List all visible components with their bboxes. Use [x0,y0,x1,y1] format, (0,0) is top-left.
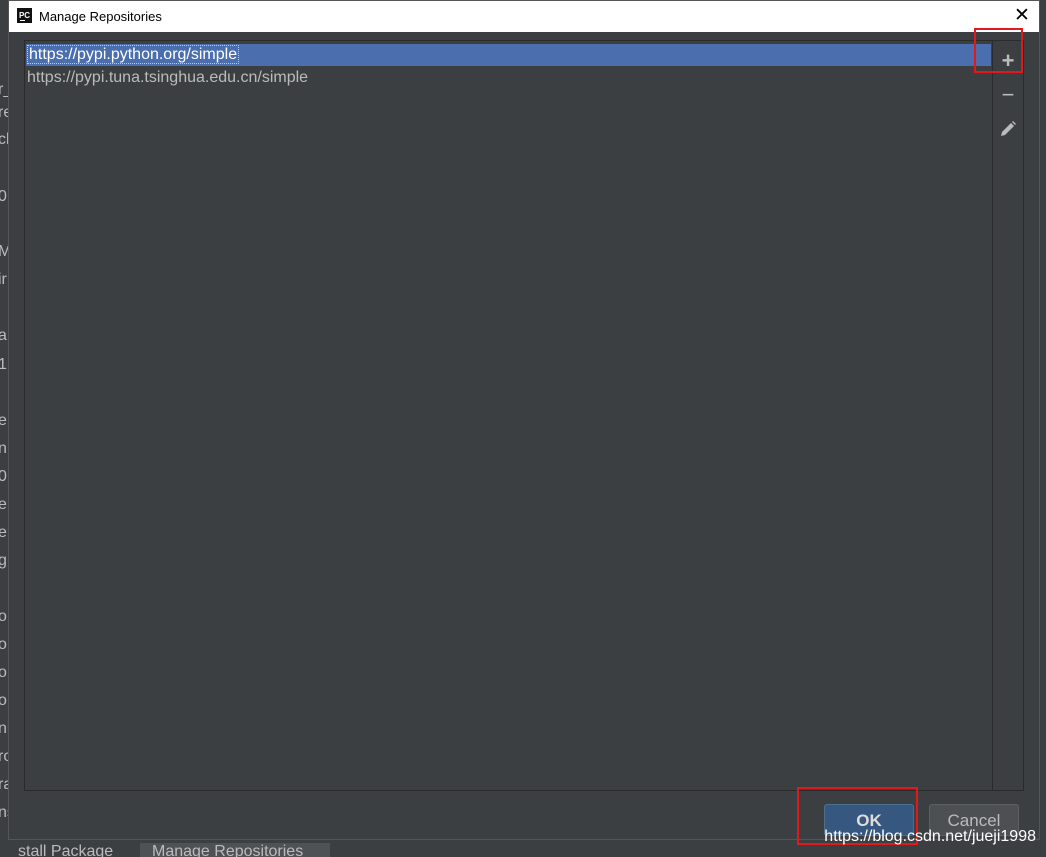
dialog-title: Manage Repositories [39,9,162,24]
pencil-icon [1001,121,1016,136]
bg-tab-install-package: stall Package [18,843,114,857]
bg-fragment: n [0,440,7,457]
list-toolbar: + − [993,40,1024,791]
repository-url: https://pypi.tuna.tsinghua.edu.cn/simple [27,69,309,86]
bg-fragment: ir [0,271,7,288]
watermark: https://blog.csdn.net/jueji1998 [824,828,1036,845]
edit-repository-button[interactable] [993,114,1023,144]
bg-fragment: o [0,692,7,709]
minus-icon: − [1001,82,1015,107]
bg-fragment: 0 [0,468,7,485]
bg-tab-label: Manage Repositories [152,843,304,857]
repository-list[interactable]: https://pypi.python.org/simple https://p… [24,40,993,791]
plus-icon: + [1001,48,1015,73]
bg-fragment: o [0,608,7,625]
bg-fragment: g [0,552,7,569]
title-bar[interactable]: PC Manage Repositories ✕ [9,1,1039,32]
repository-item-pypi-python[interactable]: https://pypi.python.org/simple [26,44,991,66]
close-icon: ✕ [1014,5,1030,26]
repository-url: https://pypi.python.org/simple [27,45,240,64]
bg-fragment: e [0,412,7,429]
bg-fragment: 1 [0,356,7,373]
bg-tab-manage-repositories: Manage Repositories [140,843,330,857]
close-button[interactable]: ✕ [1011,5,1033,27]
bg-fragment: o [0,636,7,653]
repository-item-tsinghua[interactable]: https://pypi.tuna.tsinghua.edu.cn/simple [26,67,991,89]
bg-fragment: 0 [0,188,7,205]
add-repository-button[interactable]: + [993,46,1023,76]
bg-fragment: a [0,327,7,344]
manage-repositories-dialog: PC Manage Repositories ✕ https://pypi.py… [8,0,1040,840]
remove-repository-button[interactable]: − [993,80,1023,110]
pycharm-logo-icon: PC [17,8,32,23]
bg-fragment: o [0,664,7,681]
